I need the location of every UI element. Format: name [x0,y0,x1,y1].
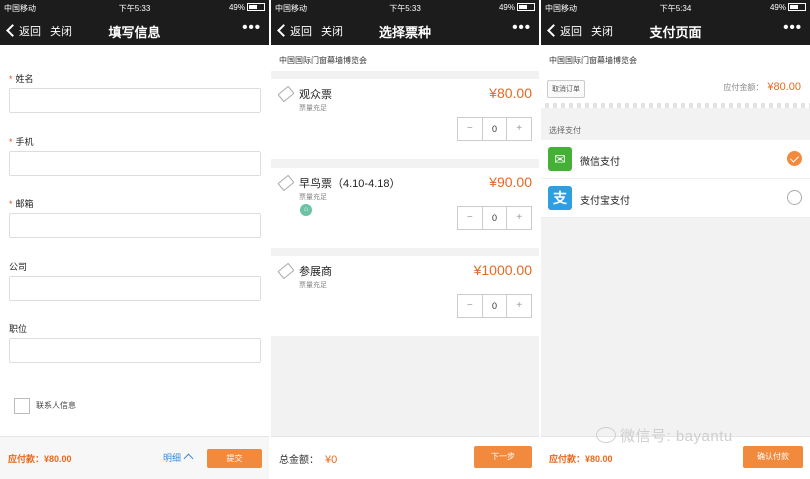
ticket-price: ¥80.00 [489,85,532,101]
choose-payment-label: 选择支付 [549,126,581,135]
plus-button[interactable]: + [507,207,531,229]
contact-info-option[interactable]: 联系人信息 [14,398,76,414]
total-amount: 总金额： ¥0 [279,454,338,466]
ticket-icon [277,262,295,280]
phone-label: * 手机 [9,137,34,147]
payable-amount: 应付金额： ¥80.00 [723,81,801,93]
minus-button[interactable]: − [458,118,482,140]
payment-option-label: 支付宝支付 [580,196,630,207]
quantity-value: 0 [481,118,508,140]
quantity-stepper[interactable]: − 0 + [457,294,532,318]
detail-toggle[interactable]: 明细 [163,451,194,464]
ticket-name: 早鸟票（4.10-4.18） [299,178,401,190]
ticket-status: 票量充足 [299,282,327,289]
nav-bar: 返回 关闭 支付页面 ••• [541,15,810,45]
form-bottom-bar: 应付款：¥80.00 明细 提交 [0,436,269,479]
email-label: * 邮箱 [9,199,34,209]
cancel-order-button[interactable]: 取消订单 [547,80,585,98]
payment-option-label: 微信支付 [580,157,620,168]
position-field[interactable] [9,338,261,363]
payment-option-wechat[interactable]: ✉ 微信支付 [541,140,810,179]
ticket-item-exhibitor: 参展商 票量充足 ¥1000.00 − 0 + [271,256,539,336]
status-bar: 中国移动 下午5:34 49% [541,0,810,15]
quantity-value: 0 [481,295,508,317]
more-menu-icon[interactable]: ••• [783,19,802,36]
ticket-price: ¥90.00 [489,174,532,190]
expo-title: 中国国际门窗幕墙博览会 [271,45,539,71]
ticket-screen: 中国移动 下午5:33 49% 返回 关闭 选择票种 ••• 中国国际门窗幕墙博… [271,0,539,479]
more-menu-icon[interactable]: ••• [242,19,261,36]
minus-button[interactable]: − [458,207,482,229]
radio-selected[interactable] [787,151,802,166]
page-title: 选择票种 [378,25,431,40]
nav-bar: 返回 关闭 选择票种 ••• [271,15,539,45]
ticket-name: 参展商 [299,266,332,278]
expo-title: 中国国际门窗幕墙博览会 [549,56,637,65]
chevron-up-icon [183,453,194,464]
next-step-button[interactable]: 下一步 [474,446,532,468]
name-field[interactable] [9,88,261,113]
email-field[interactable] [9,213,261,238]
wechat-icon: ✉ [548,147,572,171]
ticket-item-early-bird: 早鸟票（4.10-4.18） 票量充足 ⌂ ¥90.00 − 0 + [271,168,539,248]
nav-bar: 返回 关闭 填写信息 ••• [0,15,269,45]
ticket-status: 票量充足 [299,194,327,201]
payment-screen: 中国移动 下午5:34 49% 返回 关闭 支付页面 ••• 中国国际门窗幕墙博… [541,0,810,479]
minus-button[interactable]: − [458,295,482,317]
plus-button[interactable]: + [507,118,531,140]
status-bar: 中国移动 下午5:33 49% [271,0,539,15]
page-title: 填写信息 [108,25,161,40]
ticket-price: ¥1000.00 [473,262,532,278]
more-menu-icon[interactable]: ••• [512,19,531,36]
page-title: 支付页面 [649,25,702,40]
alipay-icon: 支 [548,186,572,210]
battery-icon [517,3,535,11]
battery-indicator: 49% [229,3,265,12]
submit-button[interactable]: 提交 [207,449,262,468]
name-label: * 姓名 [9,74,34,84]
amount-due: 应付款：¥80.00 [8,454,72,464]
order-summary: 中国国际门窗幕墙博览会 取消订单 应付金额： ¥80.00 [541,45,810,105]
ticket-badge-icon: ⌂ [300,204,312,216]
status-bar: 中国移动 下午5:33 49% [0,0,269,15]
ticket-bottom-bar: 总金额： ¥0 下一步 [271,436,539,479]
divider [541,103,810,108]
wechat-logo-icon [596,427,616,443]
battery-indicator: 49% [499,3,535,12]
ticket-icon [277,85,295,103]
ticket-item-visitor: 观众票 票量充足 ¥80.00 − 0 + [271,79,539,159]
company-label: 公司 [9,262,28,272]
radio-unselected[interactable] [787,190,802,205]
quantity-value: 0 [481,207,508,229]
position-label: 职位 [9,324,28,334]
ticket-name: 观众票 [299,89,332,101]
confirm-payment-button[interactable]: 确认付款 [743,446,803,468]
plus-button[interactable]: + [507,295,531,317]
contact-checkbox[interactable] [14,398,30,414]
battery-icon [247,3,265,11]
quantity-stepper[interactable]: − 0 + [457,206,532,230]
ticket-icon [277,174,295,192]
quantity-stepper[interactable]: − 0 + [457,117,532,141]
watermark: 微信号: bayantu [596,425,733,446]
form-screen: 中国移动 下午5:33 49% 返回 关闭 填写信息 ••• * 姓名 * 手机 *… [0,0,269,479]
battery-indicator: 49% [770,3,806,12]
battery-icon [788,3,806,11]
amount-due: 应付款：¥80.00 [549,454,613,464]
phone-field[interactable] [9,151,261,176]
ticket-status: 票量充足 [299,105,327,112]
payment-option-alipay[interactable]: 支 支付宝支付 [541,179,810,218]
company-field[interactable] [9,276,261,301]
